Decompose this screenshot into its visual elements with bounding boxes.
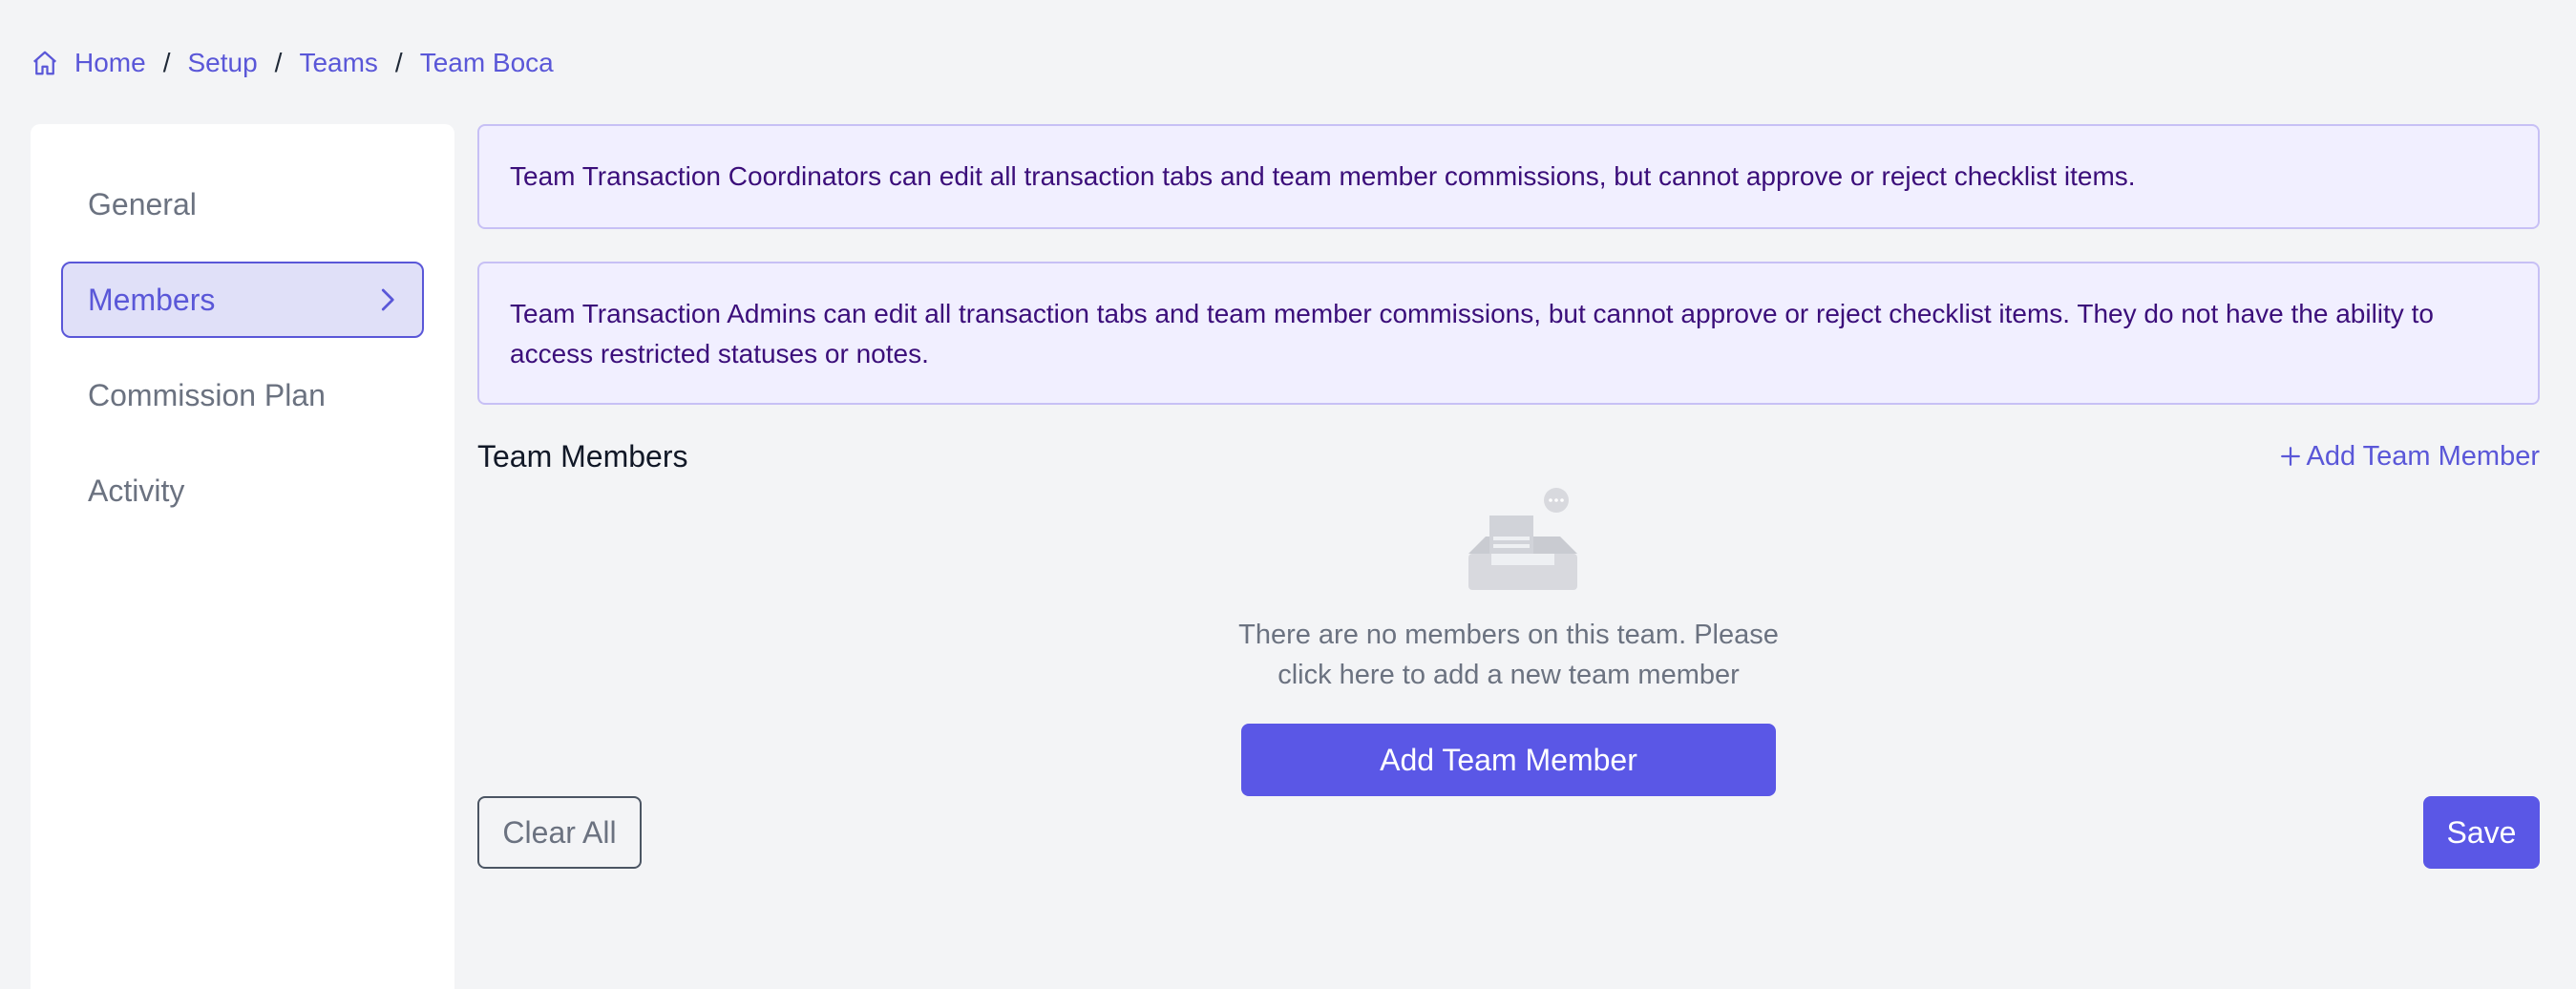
breadcrumb-separator: / [162, 48, 171, 77]
add-team-member-link-label: Add Team Member [2306, 440, 2540, 472]
breadcrumb: Home / Setup / Teams / Team Boca [31, 44, 554, 82]
empty-inbox-icon [1467, 487, 1579, 592]
coordinators-notice-text: Team Transaction Coordinators can edit a… [510, 161, 2136, 191]
team-members-title: Team Members [477, 438, 688, 473]
breadcrumb-team-boca[interactable]: Team Boca [420, 48, 554, 78]
sidebar-item-label: General [88, 186, 197, 221]
page: Home / Setup / Teams / Team Boca General… [0, 0, 2576, 989]
plus-icon [2280, 447, 2300, 466]
save-button[interactable]: Save [2423, 796, 2540, 869]
sidebar-item-members[interactable]: Members [61, 262, 424, 338]
admins-notice-text: Team Transaction Admins can edit all tra… [510, 299, 2434, 368]
sidebar-item-label: Activity [88, 473, 185, 508]
team-members-header: Team Members Add Team Member [477, 428, 2540, 485]
admins-notice: Team Transaction Admins can edit all tra… [477, 262, 2540, 405]
breadcrumb-teams[interactable]: Teams [299, 48, 377, 78]
main-content: Team Transaction Coordinators can edit a… [477, 124, 2540, 869]
chevron-right-icon [372, 285, 401, 314]
add-team-member-link[interactable]: Add Team Member [2280, 441, 2540, 473]
sidebar-item-label: Commission Plan [88, 377, 326, 412]
clear-all-button[interactable]: Clear All [477, 796, 642, 869]
sidebar-item-label: Members [88, 282, 216, 317]
coordinators-notice: Team Transaction Coordinators can edit a… [477, 124, 2540, 229]
empty-state-text: There are no members on this team. Pleas… [1238, 620, 1779, 690]
breadcrumb-separator: / [274, 48, 283, 77]
breadcrumb-home[interactable]: Home [74, 48, 146, 78]
sidebar: General Members Commission Plan Activity [31, 124, 454, 989]
sidebar-item-activity[interactable]: Activity [61, 452, 424, 529]
breadcrumb-separator: / [394, 48, 403, 77]
breadcrumb-setup[interactable]: Setup [187, 48, 257, 78]
home-icon[interactable] [31, 49, 59, 77]
sidebar-item-commission-plan[interactable]: Commission Plan [61, 357, 424, 433]
sidebar-item-general[interactable]: General [61, 166, 424, 242]
add-team-member-button[interactable]: Add Team Member [1241, 724, 1776, 796]
